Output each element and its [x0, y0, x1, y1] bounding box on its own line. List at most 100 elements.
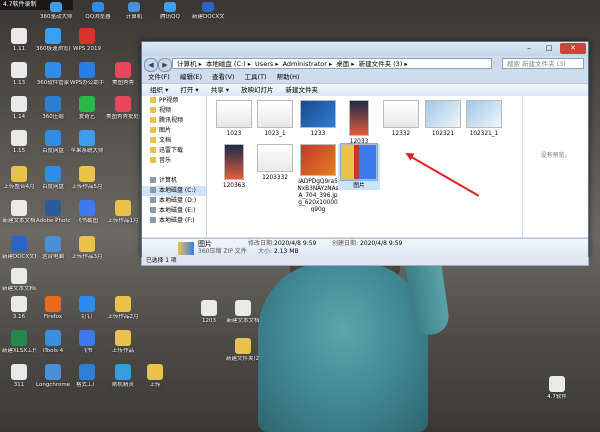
- menu-item[interactable]: 编辑(E): [180, 73, 202, 81]
- nav-item[interactable]: 计算机: [142, 176, 206, 186]
- desktop-shortcut[interactable]: Longchromex: [36, 364, 70, 389]
- file-item[interactable]: 1023: [213, 100, 255, 138]
- folder-icon: [150, 107, 156, 113]
- explorer-window[interactable]: – □ ✕ ◀ ▶ 计算机 ▸ 本地磁盘 (C:) ▸ Users ▸ Adminis…: [141, 41, 589, 258]
- desktop-shortcut[interactable]: 格式工厂: [70, 364, 104, 389]
- menu-item[interactable]: 查看(V): [212, 73, 235, 81]
- toolbar-button[interactable]: 组织 ▾: [150, 86, 168, 94]
- file-item[interactable]: 12332: [380, 100, 422, 138]
- nav-item[interactable]: 音乐: [142, 156, 206, 166]
- breadcrumb-item[interactable]: 本地磁盘 (C:) ▸: [206, 60, 251, 68]
- toolbar-button[interactable]: 共享 ▾: [211, 86, 229, 94]
- desktop-shortcut[interactable]: 360软件管家: [36, 62, 70, 87]
- nav-item[interactable]: 腾讯视频: [142, 116, 206, 126]
- back-button[interactable]: ◀: [144, 58, 158, 72]
- nav-item[interactable]: 视频: [142, 106, 206, 116]
- toolbar-button[interactable]: 放映幻灯片: [241, 86, 274, 94]
- desktop-shortcut[interactable]: 飞书: [70, 330, 104, 355]
- desktop-shortcut[interactable]: 苹果系统大师: [70, 130, 104, 155]
- toolbar-button[interactable]: 打开 ▾: [180, 86, 198, 94]
- desktop-shortcut[interactable]: 360极速浏览器: [36, 28, 70, 53]
- desktop-shortcut[interactable]: 美图秀秀: [106, 62, 140, 87]
- desktop-shortcut[interactable]: 这台电脑: [36, 236, 70, 261]
- nav-item[interactable]: 本地磁盘 (F:): [142, 216, 206, 226]
- breadcrumb-item[interactable]: 新建文件夹 (3) ▸: [359, 60, 408, 68]
- nav-item[interactable]: 迅雷下载: [142, 146, 206, 156]
- file-content-area[interactable]: 1023 1023_1 1233 12033 12332 102321 102321_1 12…: [207, 96, 522, 237]
- nav-item-label: 本地磁盘 (F:): [159, 217, 195, 224]
- desktop-shortcut[interactable]: 腾讯QQ: [154, 2, 186, 21]
- desktop-shortcut[interactable]: 新建DOCX文档: [2, 236, 36, 261]
- nav-item[interactable]: 图片: [142, 126, 206, 136]
- file-item[interactable]: 1023_1: [254, 100, 296, 138]
- file-item[interactable]: 1233: [297, 100, 339, 138]
- nav-item[interactable]: 文档: [142, 136, 206, 146]
- minimize-button[interactable]: –: [520, 43, 538, 54]
- forward-button[interactable]: ▶: [158, 58, 172, 72]
- nav-item[interactable]: 本地磁盘 (C:): [142, 186, 206, 196]
- desktop-shortcut[interactable]: 上传作品5月: [70, 166, 104, 191]
- desktop-shortcut[interactable]: 爱奇艺: [70, 96, 104, 121]
- navigation-pane[interactable]: PP视频 视频 腾讯视频 图片 文档 迅雷下载 音乐计算机 本地磁盘 (C:) 本地磁盘 (D:…: [142, 96, 207, 237]
- window-titlebar[interactable]: – □ ✕: [142, 42, 588, 56]
- desktop-shortcut[interactable]: Firefox: [36, 296, 70, 321]
- file-item[interactable]: lADPDgQ9ra5NxB3NAYzNAsA_704_396.jpg_620x…: [297, 144, 339, 214]
- desktop-shortcut[interactable]: 上传: [138, 364, 172, 389]
- desktop-shortcut[interactable]: 新建DOCX文档: [192, 2, 224, 21]
- desktop-shortcut[interactable]: 上传作品2月: [106, 296, 140, 321]
- desktop-shortcut[interactable]: 1203: [192, 300, 226, 325]
- desktop-shortcut[interactable]: 新建文件夹(2): [226, 338, 260, 363]
- breadcrumb-item[interactable]: Administrator ▸: [283, 60, 333, 68]
- menu-item[interactable]: 工具(T): [245, 73, 267, 81]
- desktop-shortcut[interactable]: 上传作品1月: [106, 200, 140, 225]
- shortcut-label: 新建文本文档: [2, 218, 36, 224]
- breadcrumb-item[interactable]: 桌面 ▸: [336, 60, 354, 68]
- desktop-shortcut[interactable]: iTools 4: [36, 330, 70, 355]
- desktop-shortcut[interactable]: 新建文本文档: [2, 200, 36, 225]
- desktop-shortcut[interactable]: 1.14: [2, 96, 36, 121]
- desktop-shortcut[interactable]: 刷机精灵: [106, 364, 140, 389]
- breadcrumb-item[interactable]: 计算机 ▸: [177, 60, 202, 68]
- file-item[interactable]: 图片: [338, 143, 380, 190]
- desktop-shortcut[interactable]: WPS办公助手: [70, 62, 104, 87]
- desktop-shortcut[interactable]: 3.16: [2, 296, 36, 321]
- nav-item[interactable]: 本地磁盘 (E:): [142, 206, 206, 216]
- address-bar[interactable]: 计算机 ▸ 本地磁盘 (C:) ▸ Users ▸ Administrator ▸ 桌面…: [172, 58, 492, 69]
- breadcrumb-item[interactable]: Users ▸: [255, 60, 279, 68]
- desktop-shortcut[interactable]: 百度网盘: [36, 166, 70, 191]
- desktop-shortcut[interactable]: 百度网盘: [36, 130, 70, 155]
- file-item[interactable]: 102321_1: [463, 100, 505, 138]
- desktop-shortcut[interactable]: 钉钉: [70, 296, 104, 321]
- file-item[interactable]: 12033: [338, 100, 380, 146]
- toolbar-button[interactable]: 新建文件夹: [286, 86, 319, 94]
- maximize-button[interactable]: □: [540, 43, 558, 54]
- desktop-shortcut[interactable]: 360驱动大师: [40, 2, 72, 21]
- desktop-shortcut[interactable]: 311: [2, 364, 36, 389]
- desktop-shortcut[interactable]: 360压缩: [36, 96, 70, 121]
- file-item[interactable]: 102321: [422, 100, 464, 138]
- desktop-shortcut[interactable]: 美图秀秀批处理: [106, 96, 140, 121]
- desktop-shortcut[interactable]: 上传整合4月: [2, 166, 36, 191]
- desktop-shortcut[interactable]: 计算机: [118, 2, 150, 21]
- desktop-shortcut[interactable]: 1.15: [2, 130, 36, 155]
- file-item[interactable]: 120363: [213, 144, 255, 190]
- menu-item[interactable]: 文件(F): [148, 73, 170, 81]
- desktop-shortcut[interactable]: 新建文本文档(2): [2, 268, 36, 293]
- nav-item[interactable]: PP视频: [142, 96, 206, 106]
- desktop-shortcut[interactable]: WPS 2019: [70, 28, 104, 53]
- desktop-shortcut[interactable]: Adobe Photoshop CS6: [36, 200, 70, 225]
- desktop-shortcut[interactable]: 1.11: [2, 28, 36, 53]
- desktop-shortcut[interactable]: 新建XLSX工作表: [2, 330, 36, 355]
- desktop-shortcut[interactable]: 上传作品3月: [70, 236, 104, 261]
- desktop-shortcut[interactable]: QQ浏览器: [82, 2, 114, 21]
- search-input[interactable]: 搜索 新建文件夹 (3): [502, 58, 584, 69]
- desktop-shortcut[interactable]: 4.7软件: [540, 376, 574, 401]
- desktop-shortcut[interactable]: 新建文本文档: [226, 300, 260, 325]
- file-item[interactable]: 1203332: [254, 144, 296, 182]
- desktop-shortcut[interactable]: 飞书截图: [70, 200, 104, 225]
- close-button[interactable]: ✕: [560, 43, 586, 54]
- menu-item[interactable]: 帮助(H): [277, 73, 300, 81]
- desktop-shortcut[interactable]: 1.13: [2, 62, 36, 87]
- desktop-shortcut[interactable]: 上传作品: [106, 330, 140, 355]
- nav-item[interactable]: 本地磁盘 (D:): [142, 196, 206, 206]
